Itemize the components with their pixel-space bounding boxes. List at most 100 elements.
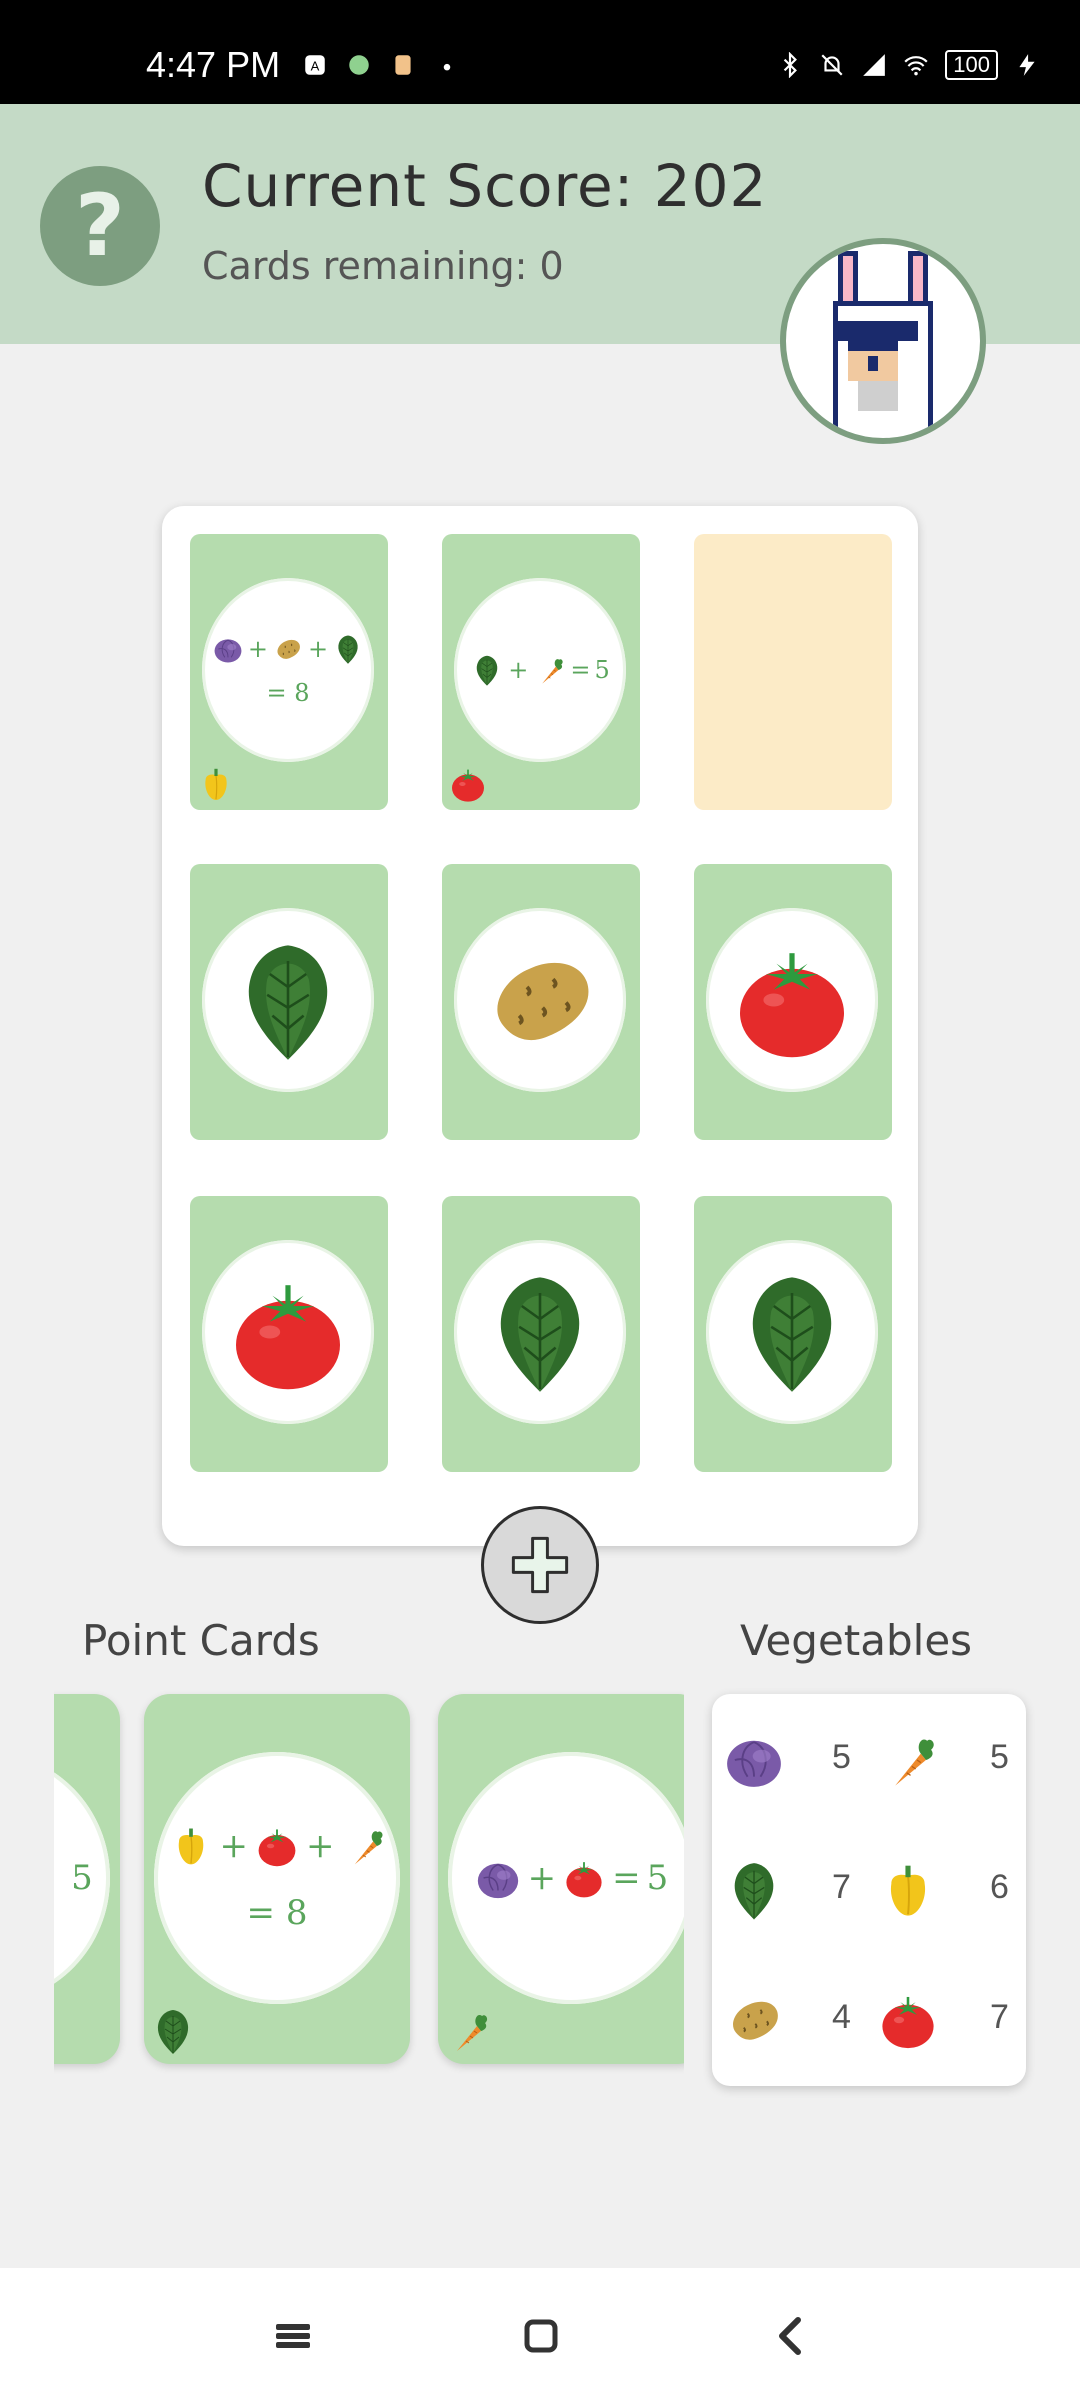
board-card-7[interactable]: [190, 1196, 388, 1472]
bluetooth-icon: [784, 52, 798, 78]
empty-card-slot: [694, 534, 892, 810]
lettuce-icon: [722, 1858, 786, 1922]
home-icon[interactable]: [516, 2314, 566, 2358]
point-card-1[interactable]: + + = 8: [144, 1694, 410, 2064]
game-notification-icon: [349, 55, 369, 75]
veg-row-3: 4 7: [712, 1980, 1026, 2060]
recent-apps-icon[interactable]: [268, 2314, 318, 2358]
card-formula: + +: [212, 633, 364, 665]
plus-sign: +: [247, 635, 268, 663]
plus-sign: +: [306, 1826, 335, 1866]
card-formula: + = 5: [470, 653, 610, 687]
card-result: = 8: [246, 1893, 308, 1933]
cabbage-icon: [474, 1854, 522, 1902]
carrot-count: 5: [990, 1738, 1009, 1776]
mute-icon: [821, 54, 843, 76]
card-result: = 8: [266, 679, 310, 707]
card-face: [202, 908, 374, 1092]
lettuce-icon: [148, 2006, 198, 2056]
tomato-icon: [876, 1988, 940, 2052]
clipboard-notification-icon: [395, 55, 411, 75]
card-face: + + = 8: [154, 1752, 400, 2004]
vegetables-count-table: 5 5 7 6 4 7: [712, 1694, 1026, 2086]
board-card-4[interactable]: [190, 864, 388, 1140]
board-card-5[interactable]: [442, 864, 640, 1140]
system-nav-bar: [0, 2268, 1080, 2400]
card-face: [454, 908, 626, 1092]
llama-avatar-icon: [833, 251, 933, 431]
battery-indicator: 100: [945, 50, 998, 80]
tomato-icon: [727, 930, 857, 1070]
signal-icon: [863, 54, 886, 76]
carrot-icon: [876, 1728, 940, 1792]
help-button[interactable]: ?: [40, 166, 160, 286]
point-cards-carousel[interactable]: 5 + + = 8 + = 5: [54, 1690, 684, 2080]
tomato-icon: [448, 764, 488, 804]
potato-count: 4: [832, 1998, 851, 2036]
carrot-icon: [442, 2006, 492, 2056]
board-card-8[interactable]: [442, 1196, 640, 1472]
lettuce-icon: [470, 653, 504, 687]
cabbage-count: 5: [832, 1738, 851, 1776]
add-card-button[interactable]: [481, 1506, 599, 1624]
plus-sign: +: [308, 635, 329, 663]
card-points: 5: [646, 1858, 669, 1898]
potato-icon: [475, 930, 605, 1070]
card-formula: + +: [168, 1823, 387, 1869]
cabbage-icon: [722, 1728, 786, 1792]
player-avatar[interactable]: [780, 238, 986, 444]
notification-icons: A: [302, 52, 460, 78]
board-card-6[interactable]: [694, 864, 892, 1140]
back-icon[interactable]: [766, 2314, 816, 2358]
card-face: [706, 1240, 878, 1424]
card-points: 5: [594, 656, 610, 684]
status-bar: 4:47 PM A 100: [0, 0, 1080, 104]
plus-sign: +: [508, 656, 529, 684]
lettuce-icon: [223, 925, 353, 1075]
pepper-icon: [168, 1823, 214, 1869]
point-cards-label: Point Cards: [82, 1616, 320, 1665]
card-face: [202, 1240, 374, 1424]
lettuce-count: 7: [832, 1868, 851, 1906]
pepper-icon: [196, 764, 236, 804]
plus-icon: [503, 1528, 577, 1602]
tomato-icon: [562, 1856, 606, 1900]
veg-row-2: 7 6: [712, 1850, 1026, 1930]
cards-remaining: Cards remaining: 0: [202, 244, 564, 288]
pepper-count: 6: [990, 1868, 1009, 1906]
plus-sign: +: [219, 1826, 249, 1866]
pepper-icon: [876, 1858, 940, 1922]
tomato-icon: [223, 1262, 353, 1402]
system-icons: 100: [777, 50, 1040, 80]
card-face: [454, 1240, 626, 1424]
point-card-partial[interactable]: 5: [54, 1694, 120, 2064]
lettuce-icon: [332, 633, 364, 665]
point-card-2[interactable]: + = 5: [438, 1694, 684, 2064]
tomato-count: 7: [990, 1998, 1009, 2036]
board-card-1[interactable]: + + = 8: [190, 534, 388, 810]
veg-row-1: 5 5: [712, 1720, 1026, 1800]
plus-sign: +: [527, 1858, 557, 1898]
board-card-9[interactable]: [694, 1196, 892, 1472]
help-icon: ?: [75, 176, 125, 276]
status-time: 4:47 PM: [146, 44, 281, 85]
potato-icon: [722, 1988, 786, 2052]
card-face: [706, 908, 878, 1092]
lettuce-icon: [475, 1257, 605, 1407]
card-face: + = 5: [448, 1752, 684, 2004]
card-face: + = 5: [454, 578, 626, 762]
vegetables-label: Vegetables: [740, 1616, 973, 1665]
cabbage-icon: [212, 633, 244, 665]
board-card-2[interactable]: + = 5: [442, 534, 640, 810]
app-notification-icon: A: [305, 55, 325, 75]
card-points: 5: [71, 1858, 93, 1898]
equals-sign: =: [570, 656, 591, 684]
carrot-icon: [532, 653, 566, 687]
tomato-icon: [254, 1823, 300, 1869]
card-face: 5: [54, 1752, 110, 2004]
equals-sign: =: [612, 1858, 641, 1898]
current-score: Current Score: 202: [202, 152, 768, 220]
more-notifications-icon: [443, 63, 451, 71]
lettuce-icon: [727, 1257, 857, 1407]
svg-text:A: A: [311, 58, 320, 73]
